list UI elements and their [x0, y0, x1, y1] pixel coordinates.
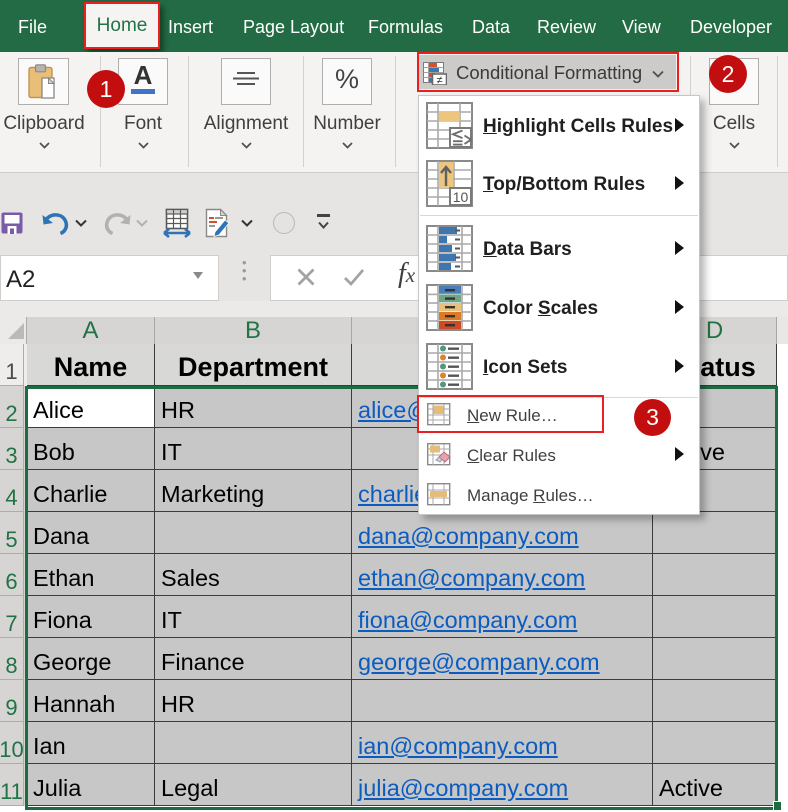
svg-text:10: 10 — [453, 189, 469, 205]
